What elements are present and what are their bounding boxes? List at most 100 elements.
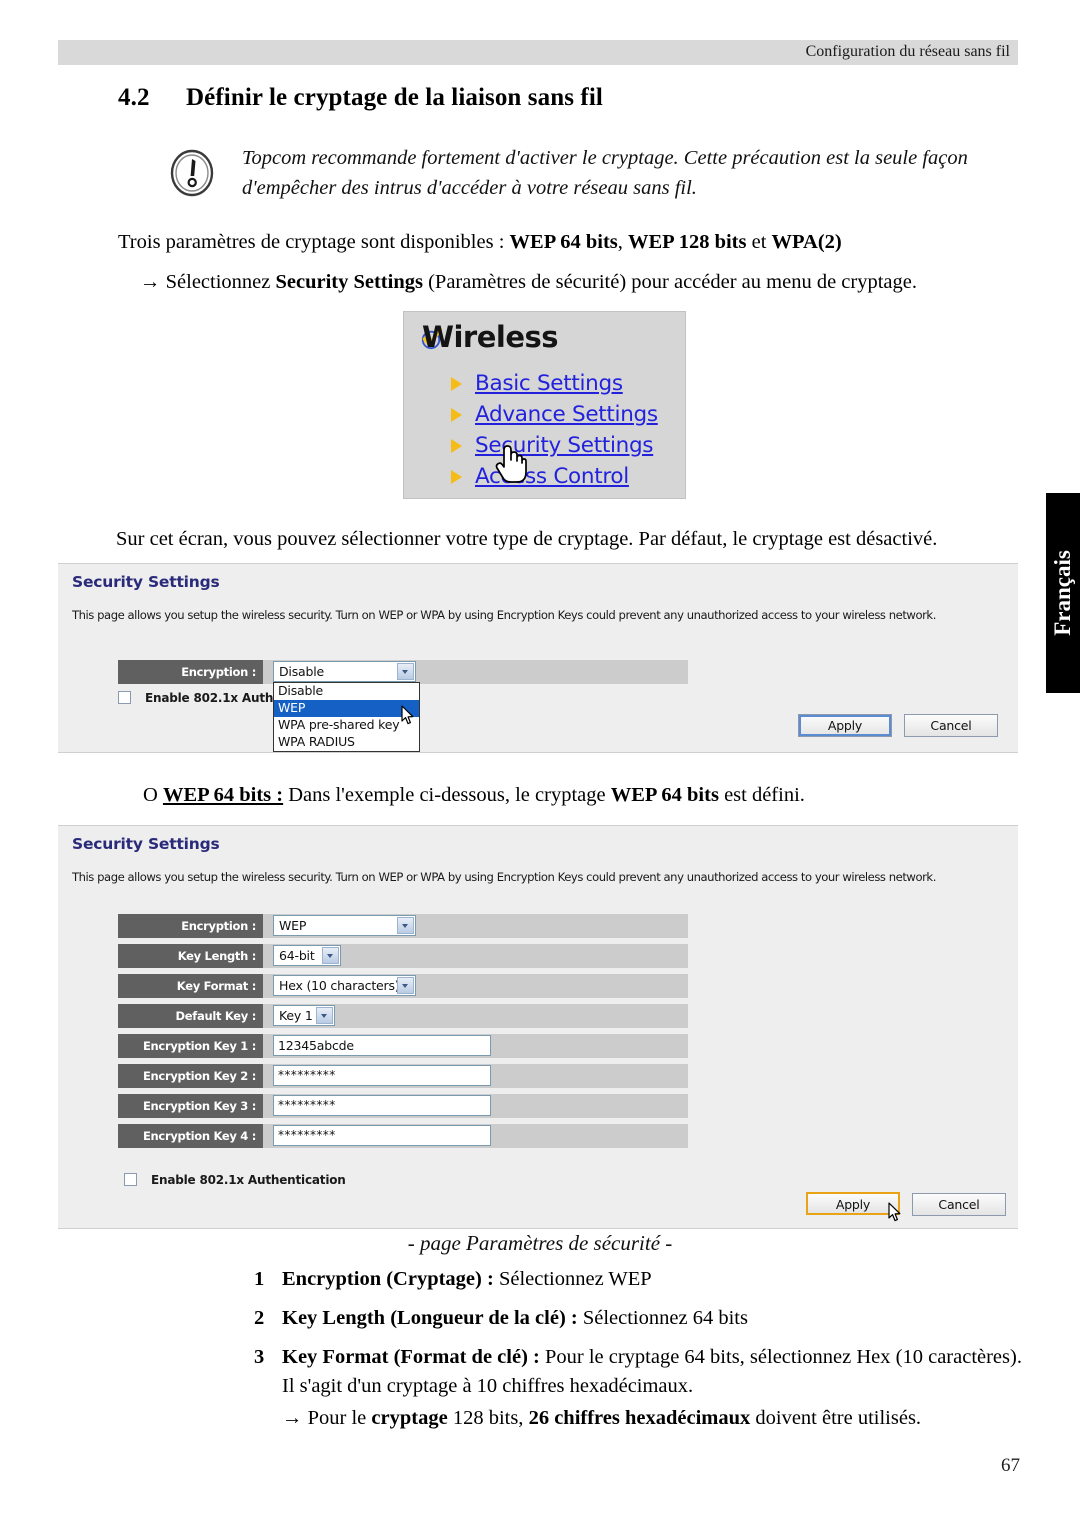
- row-encryption-key-1: Encryption Key 1 : 12345abcde: [118, 1034, 688, 1058]
- panel2-button-bar: Apply Cancel: [806, 1192, 1006, 1216]
- triangle-right-icon: [451, 470, 462, 484]
- row-label-key-format: Key Format :: [118, 974, 263, 998]
- chevron-down-icon[interactable]: [397, 977, 414, 994]
- dropdown-option-disable[interactable]: Disable: [274, 683, 419, 700]
- three-params-prefix: Trois paramètres de cryptage sont dispon…: [118, 231, 510, 253]
- encryption-key-3-input[interactable]: *********: [273, 1095, 491, 1116]
- default-key-select[interactable]: Key 1: [273, 1005, 335, 1026]
- paragraph-screen-info: Sur cet écran, vous pouvez sélectionner …: [116, 528, 938, 550]
- wep64-bold: WEP 64 bits: [610, 784, 719, 806]
- arrow-glyph-icon: →: [282, 1407, 303, 1429]
- encryption-key-1-input[interactable]: 12345abcde: [273, 1035, 491, 1056]
- hand-pointer-cursor: [495, 445, 527, 483]
- three-params-mid: et: [746, 231, 772, 253]
- wep-bullet-icon: O: [143, 784, 158, 806]
- row-label-encryption-key-1: Encryption Key 1 :: [118, 1034, 263, 1058]
- section-heading: 4.2 Définir le cryptage de la liaison san…: [118, 84, 978, 112]
- row-control: 64-bit: [273, 945, 341, 966]
- three-params-wep64: WEP 64 bits: [509, 231, 618, 253]
- row-control: Key 1: [273, 1005, 335, 1026]
- row-label-encryption: Encryption :: [118, 660, 263, 684]
- wireless-link-security-settings[interactable]: Security Settings: [449, 431, 658, 462]
- apply-button[interactable]: Apply: [798, 714, 892, 737]
- arrow-suffix: (Paramètres de sécurité) pour accéder au…: [422, 271, 917, 293]
- key-length-select[interactable]: 64-bit: [273, 945, 341, 966]
- encryption-key-4-input[interactable]: *********: [273, 1125, 491, 1146]
- paragraph-128bit-note: → Pour le cryptage 128 bits, 26 chiffres…: [282, 1404, 1022, 1432]
- arrow-prefix: Sélectionnez: [165, 271, 276, 293]
- list-item-rest: Sélectionnez WEP: [493, 1268, 652, 1290]
- figure-caption: - page Paramètres de sécurité -: [407, 1231, 673, 1255]
- cancel-button[interactable]: Cancel: [912, 1193, 1006, 1216]
- row-label-encryption-key-2: Encryption Key 2 :: [118, 1064, 263, 1088]
- row-encryption: Encryption : Disable: [118, 660, 688, 684]
- row-label-key-length: Key Length :: [118, 944, 263, 968]
- enable-8021x-checkbox[interactable]: [124, 1173, 137, 1186]
- row-control: *********: [273, 1065, 491, 1086]
- chevron-down-icon[interactable]: [316, 1007, 333, 1024]
- row-encryption-key-4: Encryption Key 4 : *********: [118, 1124, 688, 1148]
- row-label-encryption-key-4: Encryption Key 4 :: [118, 1124, 263, 1148]
- wireless-link-label: Basic Settings: [475, 371, 623, 396]
- arrow-pointer-cursor: [401, 705, 414, 725]
- enable-8021x-checkbox-row[interactable]: Enable 802.1x Authentication: [124, 1173, 346, 1187]
- arrow-pointer-cursor: [888, 1202, 901, 1222]
- dropdown-option-wep[interactable]: WEP: [274, 700, 419, 717]
- key-format-select[interactable]: Hex (10 characters): [273, 975, 416, 996]
- row-label-encryption: Encryption :: [118, 914, 263, 938]
- row-label-default-key: Default Key :: [118, 1004, 263, 1028]
- wireless-link-label: Advance Settings: [475, 402, 658, 427]
- chevron-down-icon[interactable]: [397, 663, 414, 680]
- list-item-bold: Key Length (Longueur de la clé) :: [282, 1307, 578, 1329]
- row-control: WEP: [273, 915, 416, 936]
- row-control: Disable: [273, 661, 416, 682]
- triangle-right-icon: [451, 377, 462, 391]
- wireless-link-advance-settings[interactable]: Advance Settings: [449, 400, 658, 431]
- wireless-menu-title: Wireless: [422, 320, 559, 354]
- wireless-menu-screenshot: Wireless Basic Settings Advance Settings…: [403, 311, 686, 499]
- encryption-select[interactable]: WEP: [273, 915, 416, 936]
- row-key-format: Key Format : Hex (10 characters): [118, 974, 688, 998]
- wep64-underlined: WEP 64 bits :: [162, 784, 284, 806]
- chevron-down-icon[interactable]: [322, 947, 339, 964]
- security-settings-panel-dropdown-open: Security Settings This page allows you s…: [58, 563, 1018, 753]
- wireless-link-access-control[interactable]: Access Control: [449, 462, 658, 493]
- warning-note-text: Topcom recommande fortement d'activer le…: [242, 143, 1020, 203]
- list-item: 2 Key Length (Longueur de la clé) : Sélec…: [254, 1304, 1034, 1333]
- encryption-select[interactable]: Disable: [273, 661, 416, 682]
- row-control: *********: [273, 1095, 491, 1116]
- three-params-wpa2: WPA(2): [771, 231, 842, 253]
- wireless-link-basic-settings[interactable]: Basic Settings: [449, 369, 658, 400]
- key-format-select-value: Hex (10 characters): [279, 978, 400, 993]
- encryption-select-value: WEP: [279, 918, 307, 933]
- row-control: *********: [273, 1125, 491, 1146]
- dropdown-option-wpa-psk[interactable]: WPA pre-shared key: [274, 717, 419, 734]
- dropdown-option-wpa-radius[interactable]: WPA RADIUS: [274, 734, 419, 751]
- panel1-button-bar: Apply Cancel: [798, 714, 998, 737]
- section-title-text: Définir le cryptage de la liaison sans f…: [186, 84, 603, 111]
- last-pre: Pour le: [302, 1407, 372, 1429]
- apply-button[interactable]: Apply: [806, 1192, 900, 1215]
- encryption-key-2-input[interactable]: *********: [273, 1065, 491, 1086]
- key-length-select-value: 64-bit: [279, 948, 315, 963]
- row-encryption-key-3: Encryption Key 3 : *********: [118, 1094, 688, 1118]
- list-item: 1 Encryption (Cryptage) : Sélectionnez WE…: [254, 1265, 1034, 1294]
- page-header-band: Configuration du réseau sans fil: [58, 40, 1018, 65]
- last-bold-hex: 26 chiffres hexadécimaux: [528, 1407, 751, 1429]
- numbered-instructions: 1 Encryption (Cryptage) : Sélectionnez WE…: [254, 1265, 1034, 1411]
- side-tab-label: Français: [1050, 550, 1075, 636]
- paragraph-wep64: O WEP 64 bits : Dans l'exemple ci-dessou…: [143, 781, 1033, 809]
- encryption-dropdown-list[interactable]: Disable WEP WPA pre-shared key WPA RADIU…: [273, 682, 420, 752]
- three-params-wep128: WEP 128 bits: [628, 231, 747, 253]
- chevron-down-icon[interactable]: [397, 917, 414, 934]
- list-item-number: 2: [254, 1307, 265, 1329]
- list-item-bold: Encryption (Cryptage) :: [282, 1268, 494, 1290]
- arrow-glyph-icon: →: [140, 271, 161, 293]
- enable-8021x-checkbox[interactable]: [118, 691, 131, 704]
- page-number: 67: [1001, 1455, 1020, 1476]
- default-key-select-value: Key 1: [279, 1008, 313, 1023]
- list-item: 3 Key Format (Format de clé) : Pour le cr…: [254, 1343, 1034, 1401]
- panel-title: Security Settings: [72, 573, 220, 591]
- cancel-button[interactable]: Cancel: [904, 714, 998, 737]
- last-mid: 128 bits,: [447, 1407, 529, 1429]
